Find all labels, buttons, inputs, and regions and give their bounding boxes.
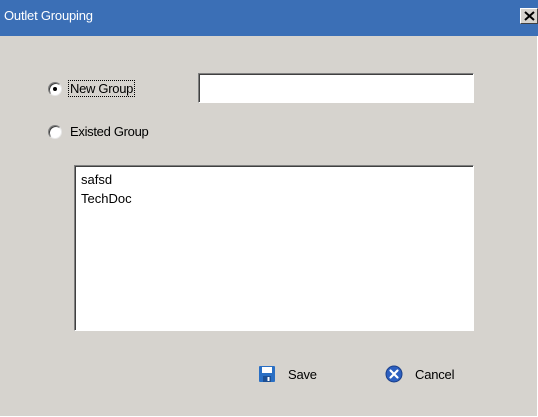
list-item[interactable]: safsd xyxy=(81,170,467,189)
window-title: Outlet Grouping xyxy=(4,8,93,23)
outlet-grouping-dialog: Outlet Grouping New Group Existed Group … xyxy=(0,0,538,417)
new-group-option[interactable]: New Group xyxy=(48,80,136,97)
save-button-label: Save xyxy=(288,366,317,382)
cancel-button-label: Cancel xyxy=(415,366,455,382)
cancel-button[interactable]: Cancel xyxy=(385,365,454,383)
close-button[interactable] xyxy=(520,8,538,24)
list-item[interactable]: TechDoc xyxy=(81,189,467,208)
save-button[interactable]: Save xyxy=(258,365,317,383)
close-icon xyxy=(524,11,535,21)
new-group-label[interactable]: New Group xyxy=(67,80,136,97)
close-circle-icon xyxy=(385,365,403,383)
existed-group-option[interactable]: Existed Group xyxy=(48,124,149,139)
new-group-name-input[interactable] xyxy=(198,73,474,103)
new-group-radio[interactable] xyxy=(48,81,62,96)
existed-group-label[interactable]: Existed Group xyxy=(69,124,149,139)
existing-groups-list[interactable]: safsd TechDoc xyxy=(74,165,474,331)
title-bar: Outlet Grouping xyxy=(0,0,538,36)
floppy-disk-icon xyxy=(259,366,275,382)
existed-group-radio[interactable] xyxy=(48,124,62,139)
